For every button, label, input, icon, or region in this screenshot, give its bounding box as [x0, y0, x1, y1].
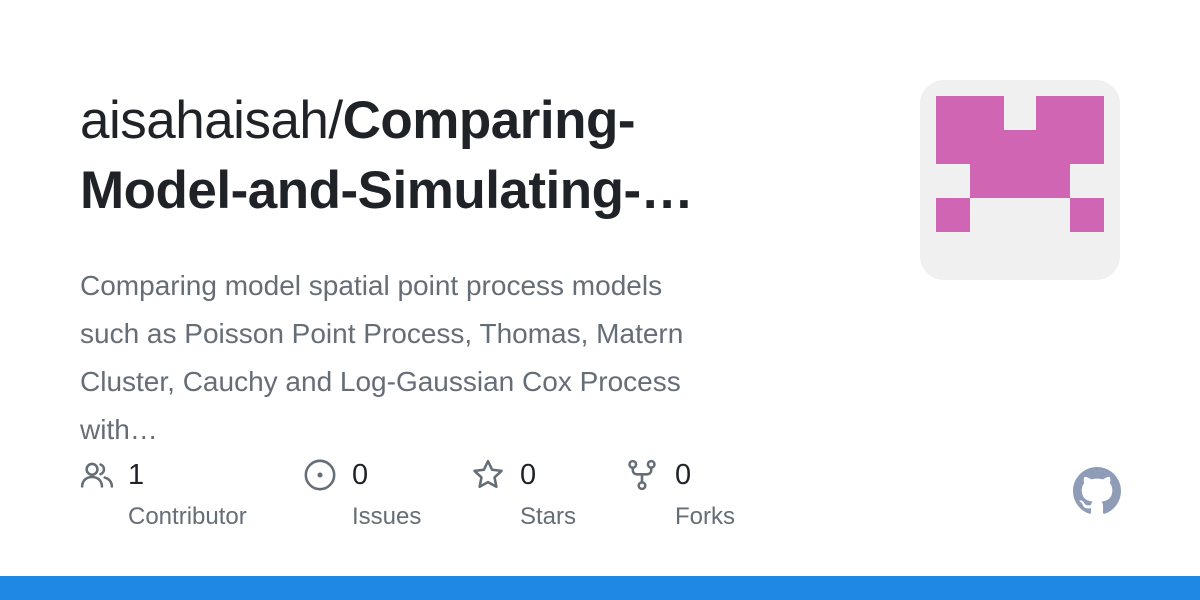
- people-icon: [80, 462, 114, 488]
- repo-name-part2[interactable]: Model-and-Simulating-…: [80, 156, 880, 226]
- repo-forked-icon: [628, 459, 656, 491]
- forks-label: Forks: [675, 503, 735, 530]
- accent-bar: [0, 576, 1200, 600]
- repo-title: aisahaisah/Comparing- Model-and-Simulati…: [80, 86, 880, 226]
- repo-title-line1: aisahaisah/Comparing-: [80, 86, 880, 156]
- description-line: such as Poisson Point Process, Thomas, M…: [80, 318, 684, 349]
- contributors-count: 1: [128, 459, 145, 491]
- stars-count: 0: [520, 459, 537, 491]
- identicon: [936, 96, 1104, 232]
- description-line: Cluster, Cauchy and Log-Gaussian Cox Pro…: [80, 366, 681, 397]
- stars-label: Stars: [520, 503, 577, 530]
- star-icon: [473, 459, 503, 489]
- repo-description: Comparing model spatial point process mo…: [80, 262, 840, 454]
- description-line: with…: [80, 414, 158, 445]
- repo-name-part1[interactable]: Comparing-: [343, 91, 636, 150]
- issues-label: Issues: [352, 503, 422, 530]
- forks-count: 0: [675, 459, 692, 491]
- owner-avatar[interactable]: [920, 80, 1120, 280]
- description-line: Comparing model spatial point process mo…: [80, 270, 663, 301]
- contributors-label: Contributor: [128, 503, 247, 530]
- github-mark-icon[interactable]: [1073, 467, 1121, 515]
- repo-owner[interactable]: aisahaisah/: [80, 91, 343, 150]
- issues-count: 0: [352, 459, 369, 491]
- issue-opened-icon: [304, 459, 336, 491]
